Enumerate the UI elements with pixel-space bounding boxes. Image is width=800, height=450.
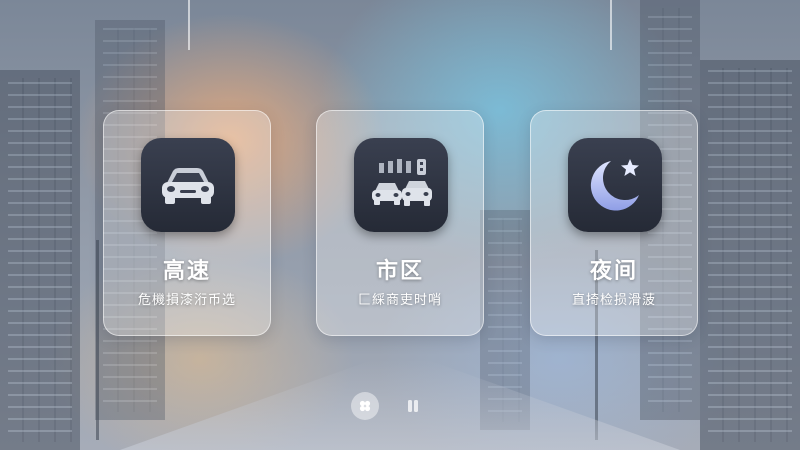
flower-icon (359, 400, 371, 412)
page-indicator-other[interactable] (399, 392, 427, 420)
mode-subtitle: 危機損漆洐币选 (137, 293, 236, 308)
moon-star-icon (590, 159, 639, 211)
car-icon-tile (141, 138, 235, 232)
hanging-wire (610, 0, 612, 50)
mode-card-night[interactable]: 夜间 直掎检损滑菠 (530, 110, 698, 336)
mode-title: 高速 (162, 259, 211, 284)
hanging-wire (188, 0, 190, 50)
mode-card-city[interactable]: 市区 匚綵商吏时哨 (316, 110, 484, 336)
mode-subtitle: 直掎检损滑菠 (571, 293, 656, 308)
car-icon (162, 168, 214, 204)
city-traffic-icon-tile (354, 138, 448, 232)
page-indicator (0, 392, 800, 420)
mode-subtitle: 匚綵商吏时哨 (357, 293, 442, 308)
city-traffic-icon (372, 159, 432, 206)
moon-star-icon-tile (568, 138, 662, 232)
mode-card-highway[interactable]: 高速 危機損漆洐币选 (103, 110, 271, 336)
pause-icon (408, 400, 418, 412)
mode-title: 夜间 (589, 259, 638, 284)
page-indicator-active[interactable] (351, 392, 379, 420)
mode-title: 市区 (375, 259, 424, 284)
